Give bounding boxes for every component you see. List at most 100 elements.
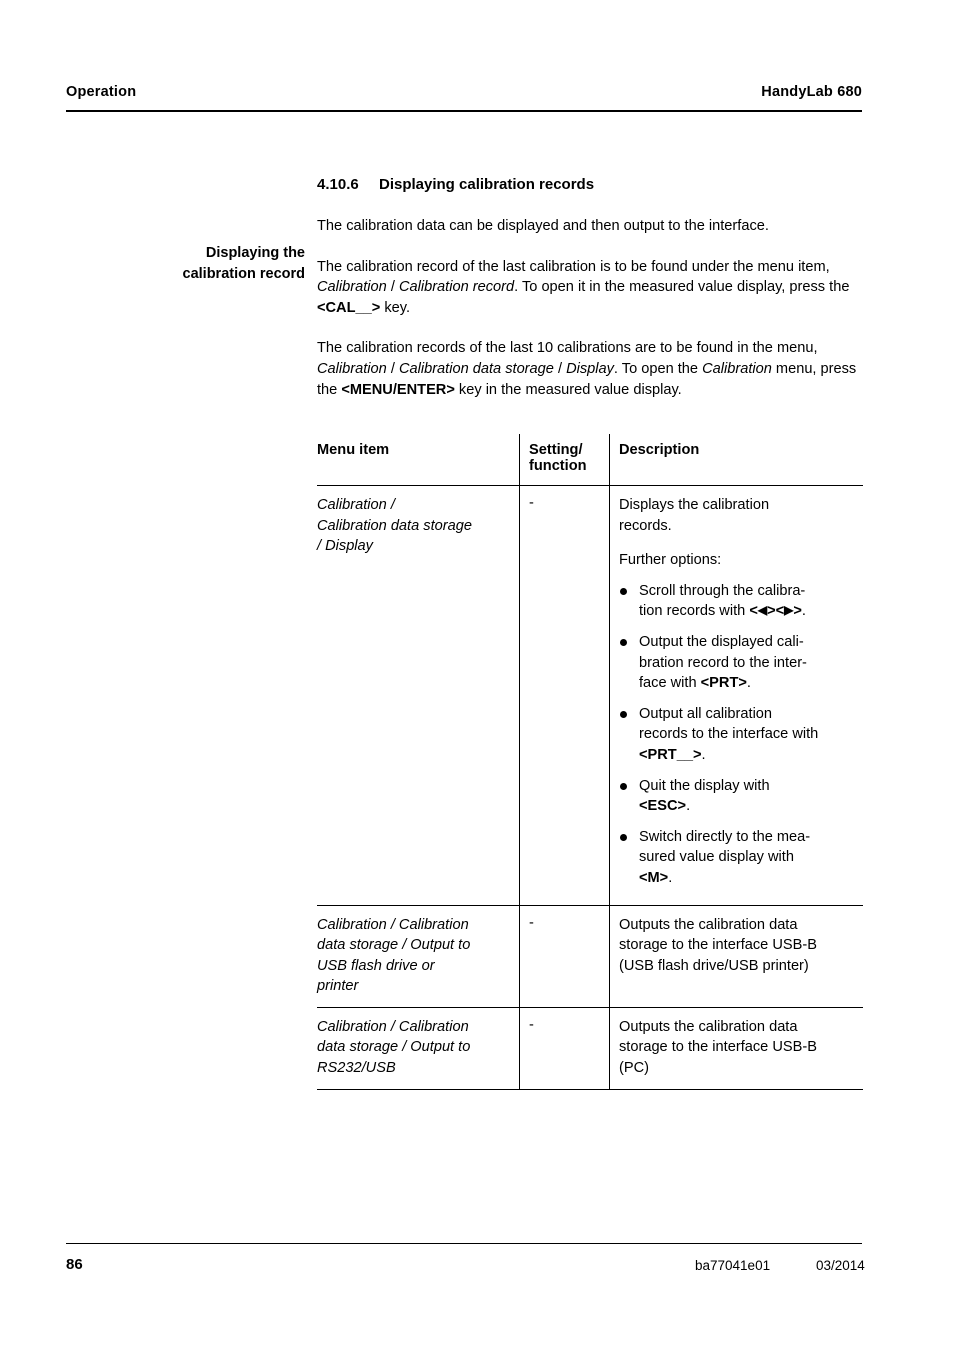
- row2-menu-line1: Calibration / Calibration: [317, 916, 469, 933]
- row1-key-right: <▶>: [775, 603, 802, 620]
- row1-key-prt-all: <PRT__>: [639, 746, 702, 763]
- row1-bullet-prt-line2: bration record to the inter-: [639, 654, 807, 671]
- row3-description: Outputs the calibration data storage to …: [609, 1007, 863, 1089]
- row1-bullet-esc-line2: <ESC>.: [639, 796, 859, 817]
- margin-note-line2: calibration record: [182, 266, 305, 282]
- table-row: Calibration / Calibration data storage /…: [317, 486, 863, 906]
- row1-bullet-m-line1: Switch directly to the mea-: [639, 828, 811, 845]
- p3-text-d: key in the measured value display.: [454, 381, 682, 398]
- document-id: ba77041e01: [695, 1258, 771, 1273]
- row1-bullet-m-line2: sured value display with: [639, 849, 794, 866]
- row1-bullet-prt-period: .: [746, 675, 751, 692]
- page-header: Operation HandyLab 680: [66, 84, 862, 100]
- row1-bullet-scroll-text: tion records with: [639, 603, 750, 620]
- row1-bullet-scroll-period: .: [801, 603, 806, 620]
- table-header-setting: Setting/ function: [519, 434, 609, 485]
- p2-sep-1: /: [386, 279, 399, 296]
- paragraph-intro-text: The calibration data can be displayed an…: [317, 218, 769, 234]
- p3-sep-2: /: [553, 360, 567, 377]
- row1-bullet-prtall-period: .: [701, 746, 706, 763]
- row1-setting: -: [519, 486, 609, 905]
- row3-desc-line1: Outputs the calibration data: [619, 1018, 798, 1035]
- p2-italic-calibration: Calibration: [317, 279, 387, 296]
- margin-note-line1: Displaying the: [205, 245, 305, 261]
- row1-bullet-prt-text: face with: [639, 675, 701, 692]
- row1-desc-further: Further options:: [619, 552, 722, 569]
- row2-desc-line3: (USB flash drive/USB printer): [619, 957, 809, 974]
- table-header-description: Description: [609, 434, 863, 485]
- row1-menu-line2: Calibration data storage: [317, 517, 472, 534]
- menu-items-table: Menu item Setting/ function Description …: [317, 434, 863, 1090]
- row1-key-m: <M>: [639, 869, 669, 886]
- row1-menu-item: Calibration / Calibration data storage /…: [317, 486, 519, 905]
- row1-description: Displays the calibration records. Furthe…: [609, 486, 863, 905]
- row1-bullet-prtall-line2: records to the interface with: [639, 726, 819, 743]
- page-number: 86: [66, 1256, 83, 1273]
- row1-key-prt: <PRT>: [700, 675, 747, 692]
- p3-text-b: . To open the: [613, 360, 703, 377]
- row3-setting: -: [519, 1007, 609, 1089]
- table-row: Calibration / Calibration data storage /…: [317, 905, 863, 1008]
- row1-key-left: <◀>: [749, 603, 776, 620]
- p2-key-cal: <CAL__>: [317, 299, 381, 316]
- row3-desc-line2: storage to the interface USB-B: [619, 1039, 817, 1056]
- row1-desc-line1: Displays the calibration: [619, 497, 770, 513]
- main-content: 4.10.6 Displaying calibration records The…: [317, 175, 863, 400]
- p3-text-a: The calibration records of the last 10 c…: [317, 340, 818, 357]
- row1-bullet-scroll-line2: tion records with <◀><▶>.: [639, 601, 859, 622]
- row1-bullet-m-period: .: [668, 869, 673, 886]
- p3-key-menu-enter: <MENU/ENTER>: [341, 381, 455, 398]
- section-title: Displaying calibration records: [379, 176, 595, 193]
- row1-menu-line1: Calibration /: [317, 497, 395, 513]
- row1-bullet-output-all: Output all calibration records to the in…: [619, 704, 859, 766]
- table-header-setting-line2: function: [529, 458, 587, 474]
- p3-italic-calibration-2: Calibration: [702, 360, 772, 377]
- row3-menu-line1: Calibration / Calibration: [317, 1018, 469, 1035]
- header-left-text: Operation: [66, 84, 137, 100]
- row2-description: Outputs the calibration data storage to …: [609, 905, 863, 1007]
- document-date: 03/2014: [816, 1258, 865, 1273]
- p3-italic-display: Display: [566, 360, 614, 377]
- row1-bullet-output-displayed: Output the displayed cali- bration recor…: [619, 632, 859, 694]
- row2-menu-line3: USB flash drive or: [317, 957, 435, 974]
- table-header-row: Menu item Setting/ function Description: [317, 434, 863, 486]
- p2-text-c: key.: [380, 299, 411, 316]
- row1-bullet-prt-line3: face with <PRT>.: [639, 673, 859, 694]
- p3-italic-storage: Calibration data storage: [398, 360, 554, 377]
- p2-text-a: The calibration record of the last calib…: [317, 258, 830, 275]
- row1-bullet-switch: Switch directly to the mea- sured value …: [619, 827, 859, 889]
- row3-desc-line3: (PC): [619, 1060, 649, 1077]
- paragraph-last-calibration: The calibration record of the last calib…: [317, 257, 863, 319]
- row1-bullet-prtall-line3: <PRT__>.: [639, 745, 859, 766]
- row3-menu-line2: data storage / Output to: [317, 1039, 471, 1056]
- table-header-setting-line1: Setting/: [529, 442, 583, 458]
- row1-bullet-quit: Quit the display with <ESC>.: [619, 776, 859, 817]
- row1-bullet-m-line3: <M>.: [639, 868, 859, 889]
- document-page: Operation HandyLab 680 Displaying the ca…: [0, 0, 954, 1350]
- row2-menu-line2: data storage / Output to: [317, 937, 471, 954]
- header-divider: [66, 110, 862, 112]
- row1-bullet-scroll-line1: Scroll through the calibra-: [639, 582, 806, 599]
- row1-desc-line2: records.: [619, 517, 672, 534]
- row1-bullet-prtall-line1: Output all calibration: [639, 705, 773, 722]
- row1-bullet-prt-line1: Output the displayed cali-: [639, 633, 804, 650]
- row2-menu-line4: printer: [317, 978, 359, 995]
- row2-menu-item: Calibration / Calibration data storage /…: [317, 906, 519, 1007]
- p3-sep-1: /: [386, 360, 399, 377]
- row1-bullet-esc-period: .: [686, 798, 691, 815]
- paragraph-intro: The calibration data can be displayed an…: [317, 216, 863, 237]
- row2-setting: -: [519, 905, 609, 1007]
- section-heading: 4.10.6 Displaying calibration records: [317, 175, 863, 195]
- p2-text-b: . To open it in the measured value displ…: [514, 279, 850, 296]
- row1-key-esc: <ESC>: [639, 798, 687, 815]
- table-row: Calibration / Calibration data storage /…: [317, 1007, 863, 1090]
- table-header-menu-item: Menu item: [317, 442, 390, 458]
- p2-italic-calibration-record: Calibration record: [398, 279, 515, 296]
- row1-menu-line3: / Display: [317, 538, 373, 555]
- header-right-text: HandyLab 680: [761, 84, 862, 100]
- row3-menu-line3: RS232/USB: [317, 1060, 396, 1077]
- footer-divider: [66, 1243, 862, 1245]
- row1-bullet-scroll: Scroll through the calibra- tion records…: [619, 581, 859, 622]
- margin-note: Displaying the calibration record: [66, 243, 305, 285]
- p3-italic-calibration: Calibration: [317, 360, 387, 377]
